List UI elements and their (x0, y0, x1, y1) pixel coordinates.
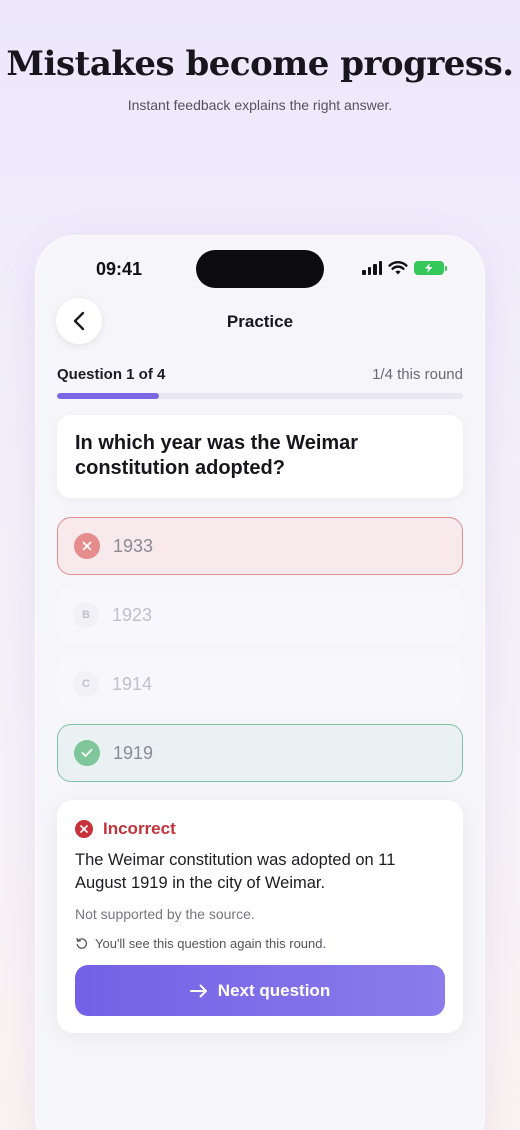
battery-charging-icon (414, 260, 447, 275)
answer-option-value: 1919 (113, 742, 154, 763)
answer-option-value: 1923 (112, 604, 153, 625)
answer-option-c[interactable]: C 1914 (57, 655, 463, 713)
answer-option-a[interactable]: 1933 (57, 517, 463, 575)
marketing-headline: Mistakes become progress. (6, 44, 514, 84)
wifi-icon (388, 261, 408, 275)
feedback-source-note: Not supported by the source. (75, 906, 255, 922)
next-question-label: Next question (217, 980, 331, 1000)
next-question-button[interactable]: Next question (75, 965, 445, 1016)
x-icon (74, 533, 100, 559)
option-letter-badge: C (73, 671, 99, 697)
question-card: In which year was the Weimar constitutio… (57, 415, 463, 498)
phone-frame: 09:41 Practice Question 1 of 4 1/4 this … (36, 236, 484, 1130)
answer-option-value: 1914 (112, 673, 153, 694)
status-icons (362, 260, 447, 275)
x-circle-icon (75, 820, 93, 838)
feedback-explanation: The Weimar constitution was adopted on 1… (75, 851, 396, 892)
dynamic-island (196, 250, 324, 288)
refresh-icon (76, 937, 88, 949)
answer-option-b[interactable]: B 1923 (57, 586, 463, 644)
status-time: 09:41 (96, 259, 143, 279)
arrow-right-icon (189, 984, 207, 997)
answer-option-d[interactable]: 1919 (57, 724, 463, 782)
question-counter: Question 1 of 4 (57, 366, 166, 383)
repeat-note-text: You'll see this question again this roun… (95, 936, 327, 951)
feedback-title: Incorrect (103, 819, 176, 838)
round-counter: 1/4 this round (372, 366, 463, 383)
check-icon (74, 740, 100, 766)
question-text: In which year was the Weimar constitutio… (75, 432, 359, 479)
marketing-subhead: Instant feedback explains the right answ… (127, 97, 393, 113)
progress-fill (57, 393, 159, 399)
signal-icon (362, 260, 382, 275)
progress-bar (57, 393, 463, 399)
answer-option-value: 1933 (113, 535, 154, 556)
feedback-card: Incorrect The Weimar constitution was ad… (57, 800, 463, 1033)
page-title: Practice (226, 312, 294, 331)
feedback-repeat-note: You'll see this question again this roun… (75, 936, 326, 951)
feedback-header: Incorrect (75, 819, 176, 839)
option-letter-badge: B (73, 602, 99, 628)
